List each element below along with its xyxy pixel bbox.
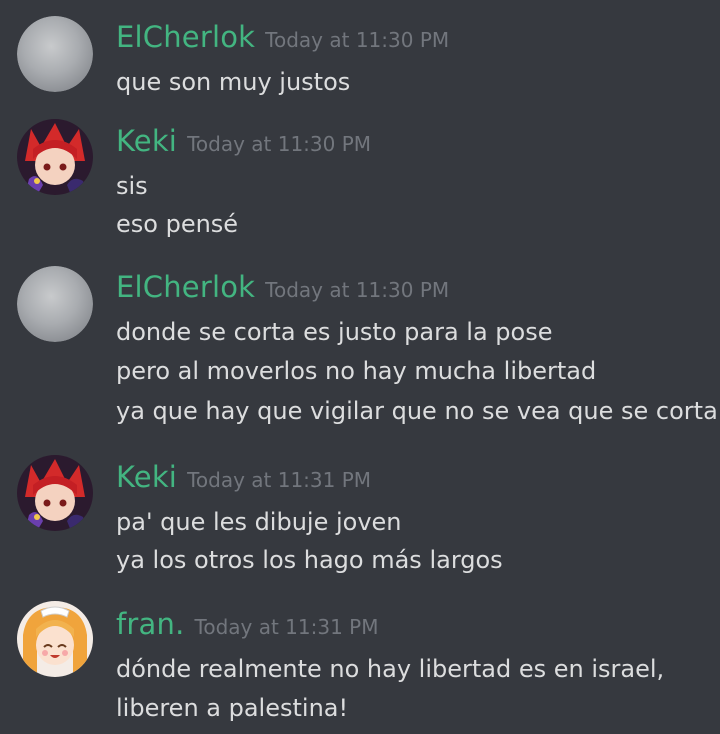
username[interactable]: Keki [116, 460, 177, 494]
message-text: pa' que les dibuje joven [116, 508, 402, 536]
message-header: ElCherlok Today at 11:30 PM [116, 270, 449, 304]
message-text: que son muy justos [116, 68, 351, 96]
message-text: pero al moverlos no hay mucha libertad [116, 357, 597, 385]
avatar[interactable] [17, 601, 93, 677]
chat-messages: ElCherlok Today at 11:30 PM que son muy j… [0, 0, 720, 734]
username[interactable]: ElCherlok [116, 270, 255, 304]
blurred-avatar-icon [17, 16, 93, 92]
message-header: Keki Today at 11:30 PM [116, 124, 371, 158]
timestamp: Today at 11:30 PM [265, 278, 450, 302]
timestamp: Today at 11:30 PM [187, 132, 372, 156]
username[interactable]: fran. [116, 607, 185, 641]
username[interactable]: ElCherlok [116, 20, 255, 54]
username[interactable]: Keki [116, 124, 177, 158]
anime-avatar-icon [17, 601, 93, 677]
avatar[interactable] [17, 16, 93, 92]
avatar[interactable] [17, 119, 93, 195]
anime-avatar-icon [17, 455, 93, 531]
avatar[interactable] [17, 266, 93, 342]
message-text: dónde realmente no hay libertad es en is… [116, 655, 665, 683]
anime-avatar-icon [17, 119, 93, 195]
blurred-avatar-icon [17, 266, 93, 342]
message-text: liberen a palestina! [116, 694, 349, 722]
message-text: ya los otros los hago más largos [116, 546, 503, 574]
message-text: ya que hay que vigilar que no se vea que… [116, 397, 718, 425]
message-text: eso pensé [116, 210, 239, 238]
message-text: sis [116, 172, 148, 200]
avatar[interactable] [17, 455, 93, 531]
timestamp: Today at 11:31 PM [187, 468, 372, 492]
timestamp: Today at 11:31 PM [194, 615, 379, 639]
message-text: donde se corta es justo para la pose [116, 318, 553, 346]
timestamp: Today at 11:30 PM [265, 28, 450, 52]
message-header: ElCherlok Today at 11:30 PM [116, 20, 449, 54]
message-header: Keki Today at 11:31 PM [116, 460, 371, 494]
message-header: fran. Today at 11:31 PM [116, 607, 378, 641]
